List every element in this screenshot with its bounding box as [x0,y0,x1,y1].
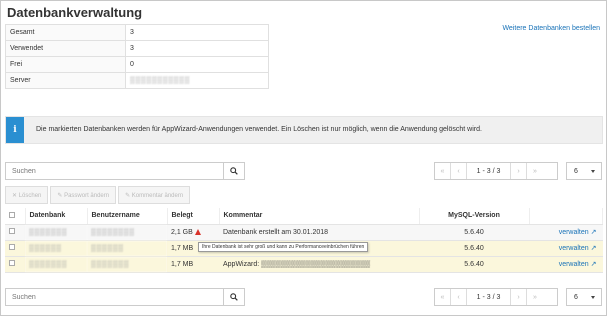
manage-link[interactable]: verwalten ↗ [529,256,603,273]
action-bar: ✕ Löschen ✎ Passwort ändern ✎ Kommentar … [5,186,192,204]
summary-row: Server ▒▒▒▒▒▒▒▒▒▒▒ [5,72,269,89]
summary-row: Frei 0 [5,56,269,73]
per-page-select[interactable]: 6 [566,162,602,180]
comment: Datenbank erstellt am 30.01.2018 [219,224,419,241]
next-page-button[interactable]: › [511,289,527,305]
external-link-icon: ↗ [590,261,597,268]
page-title: Datenbankverwaltung [7,5,143,20]
prev-page-button[interactable]: ‹ [451,163,467,179]
delete-button[interactable]: ✕ Löschen [5,186,49,204]
change-comment-button[interactable]: ✎ Kommentar ändern [118,186,191,204]
manage-label: verwalten [558,229,589,236]
username: ▒▒▒▒▒▒ [87,240,167,257]
mysql-version: 5.6.40 [419,224,529,241]
manage-link[interactable]: verwalten ↗ [529,224,603,241]
pagination-top: « ‹ 1 - 3 / 3 › » [434,162,558,180]
summary-value: 3 [125,24,269,41]
search-box-bottom [5,288,245,306]
col-comment[interactable]: Kommentar [219,208,420,225]
row-select-cell [5,240,25,257]
database-table: Datenbank Benutzername Belegt Kommentar … [5,208,603,273]
info-icon: i [6,117,24,143]
size-warning-tooltip: Ihre Datenbank ist sehr groß und kann zu… [198,242,369,252]
mysql-version: 5.6.40 [419,240,529,257]
summary-value: 3 [125,40,269,57]
col-mysql-version[interactable]: MySQL-Version [419,208,530,225]
prev-page-button[interactable]: ‹ [451,289,467,305]
database-name: ▒▒▒▒▒▒ [25,240,87,257]
username: ▒▒▒▒▒▒▒▒ [87,224,167,241]
first-page-button[interactable]: « [435,289,451,305]
search-input[interactable] [6,163,224,179]
warning-icon[interactable] [194,228,201,235]
database-name: ▒▒▒▒▒▒▒ [25,256,87,273]
per-page-value: 6 [574,293,578,301]
mysql-version: 5.6.40 [419,256,529,273]
summary-value: 0 [125,56,269,73]
row-select-cell [5,256,25,273]
summary-table: Gesamt 3 Verwendet 3 Frei 0 Server ▒▒▒▒▒… [5,24,269,89]
search-input[interactable] [6,289,224,305]
manage-label: verwalten [558,245,589,252]
table-header-row: Datenbank Benutzername Belegt Kommentar … [5,208,603,225]
per-page-select[interactable]: 6 [566,288,602,306]
col-actions [529,208,603,225]
search-box-top [5,162,245,180]
last-page-button[interactable]: » [527,163,543,179]
last-page-button[interactable]: » [527,289,543,305]
row-checkbox[interactable] [9,228,15,234]
used-size: 1,7 MB [167,256,219,273]
manage-label: verwalten [558,261,589,268]
next-page-button[interactable]: › [511,163,527,179]
search-icon [230,293,238,301]
summary-label: Frei [5,56,126,73]
blurred-server-name: ▒▒▒▒▒▒▒▒▒▒▒ [130,77,191,84]
chevron-down-icon [591,296,595,299]
comment: AppWizard: ▒▒▒▒▒▒▒▒▒▒▒▒▒▒▒▒▒▒▒▒▒▒ [219,256,419,273]
change-password-button[interactable]: ✎ Passwort ändern [50,186,117,204]
summary-label: Server [5,72,126,89]
col-database[interactable]: Datenbank [25,208,88,225]
order-more-databases-link[interactable]: Weitere Datenbanken bestellen [502,25,600,32]
summary-value-server: ▒▒▒▒▒▒▒▒▒▒▒ [125,72,269,89]
username: ▒▒▒▒▒▒▒ [87,256,167,273]
summary-row: Gesamt 3 [5,24,269,41]
info-banner: i Die markierten Datenbanken werden für … [5,116,603,144]
search-button[interactable] [223,163,244,179]
table-row: ▒▒▒▒▒▒▒ ▒▒▒▒▒▒▒ 1,7 MB AppWizard: ▒▒▒▒▒▒… [5,256,603,273]
select-all-checkbox[interactable] [9,211,15,218]
summary-label: Gesamt [5,24,126,41]
info-message: Die markierten Datenbanken werden für Ap… [36,126,482,133]
manage-link[interactable]: verwalten ↗ [529,240,603,257]
first-page-button[interactable]: « [435,163,451,179]
summary-row: Verwendet 3 [5,40,269,57]
external-link-icon: ↗ [590,245,597,252]
used-cell: 2,1 GB [167,224,219,241]
select-all-cell [5,208,26,225]
col-username[interactable]: Benutzername [87,208,168,225]
per-page-value: 6 [574,167,578,175]
page-range: 1 - 3 / 3 [467,163,511,179]
external-link-icon: ↗ [590,229,597,236]
table-row: ▒▒▒▒▒▒▒ ▒▒▒▒▒▒▒▒ 2,1 GB Datenbank erstel… [5,224,603,241]
chevron-down-icon [591,170,595,173]
search-icon [230,167,238,175]
row-select-cell [5,224,25,241]
used-size: 2,1 GB [171,228,193,236]
row-checkbox[interactable] [9,244,15,250]
col-used[interactable]: Belegt [167,208,220,225]
page-range: 1 - 3 / 3 [467,289,511,305]
row-checkbox[interactable] [9,260,15,266]
summary-label: Verwendet [5,40,126,57]
search-button[interactable] [223,289,244,305]
pagination-bottom: « ‹ 1 - 3 / 3 › » [434,288,558,306]
database-name: ▒▒▒▒▒▒▒ [25,224,87,241]
